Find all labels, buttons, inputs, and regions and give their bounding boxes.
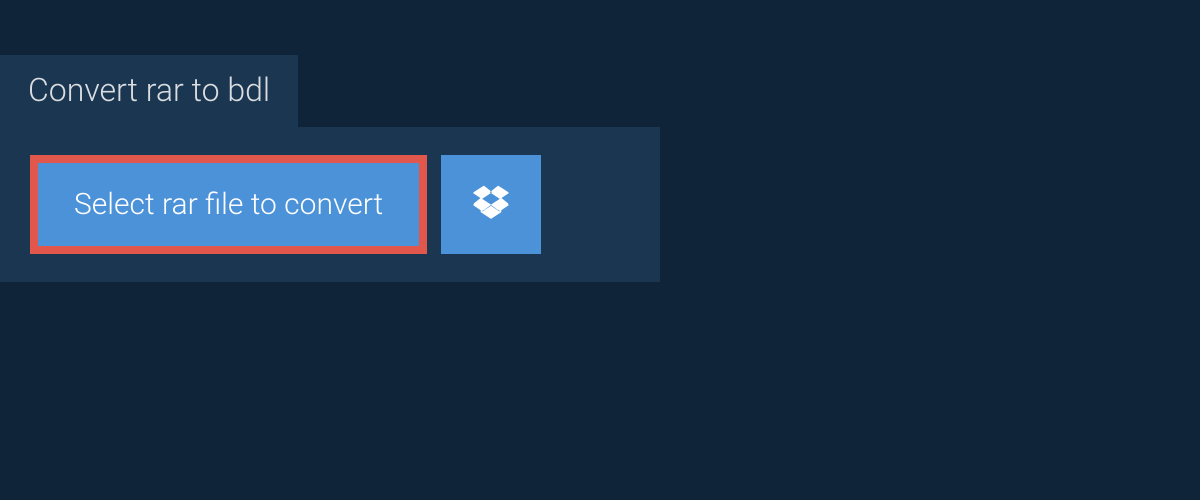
dropbox-icon <box>472 184 510 226</box>
tab-bar: Convert rar to bdl Select rar file to co… <box>0 0 1200 282</box>
select-file-button[interactable]: Select rar file to convert <box>30 155 427 254</box>
tab-convert[interactable]: Convert rar to bdl <box>0 55 298 127</box>
button-row: Select rar file to convert <box>30 155 630 254</box>
dropbox-button[interactable] <box>441 155 541 254</box>
select-file-label: Select rar file to convert <box>74 187 383 222</box>
upload-panel: Select rar file to convert <box>0 127 660 282</box>
tab-title: Convert rar to bdl <box>28 71 270 109</box>
